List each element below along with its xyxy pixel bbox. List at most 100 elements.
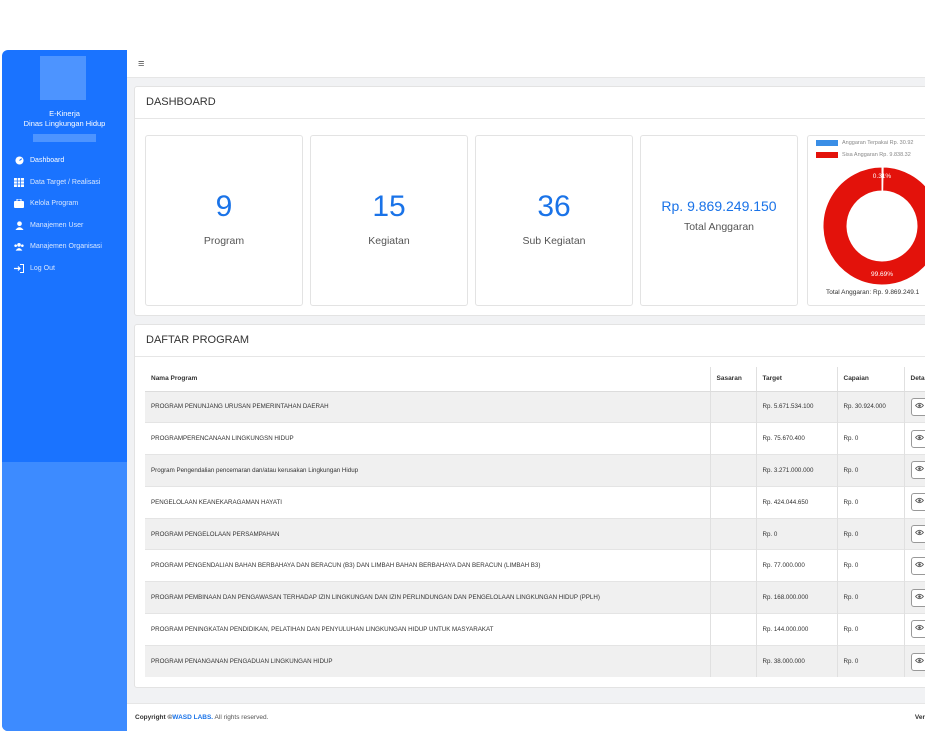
cell-capaian: Rp. 0: [836, 644, 904, 678]
eye-icon: [914, 434, 925, 440]
stat-total-anggaran: Rp. 9.869.249.150 Total Anggaran: [640, 135, 798, 306]
sidebar-item-label: Manajemen Organisasi: [30, 243, 102, 251]
eye-icon: [914, 466, 925, 472]
col-nama-program: Nama Program: [145, 367, 710, 392]
copyright: Copyright ©WASD LABS. All rights reserve…: [135, 714, 268, 721]
stat-label: Kegiatan: [368, 235, 410, 247]
sidebar-item-kelola-program[interactable]: Kelola Program: [2, 193, 127, 215]
sidebar-item-manajemen-organisasi[interactable]: Manajemen Organisasi: [2, 236, 127, 258]
table-row: Program Pengendalian pencemaran dan/atau…: [145, 454, 925, 487]
legend-label: Anggaran Terpakai Rp. 30.92: [842, 140, 914, 146]
stat-sub-kegiatan: 36 Sub Kegiatan: [475, 135, 633, 306]
cell-target: Rp. 75.670.400: [755, 422, 837, 455]
cell-nama-program: PROGRAM PENINGKATAN PENDIDIKAN, PELATIHA…: [145, 613, 710, 646]
org-name: Dinas Lingkungan Hidup: [23, 119, 106, 128]
logout-icon: [14, 263, 24, 273]
cell-nama-program: Program Pengendalian pencemaran dan/atau…: [145, 454, 710, 487]
cell-capaian: Rp. 0: [836, 581, 904, 614]
detail-button[interactable]: [910, 429, 925, 448]
detail-button[interactable]: [910, 588, 925, 607]
cell-nama-program: PROGRAM PENGELOLAAN PERSAMPAHAN: [145, 517, 710, 550]
brand-link[interactable]: WASD LABS.: [172, 714, 213, 721]
cell-detail: [903, 517, 925, 550]
cell-detail: [903, 613, 925, 646]
cell-target: Rp. 38.000.000: [755, 644, 837, 678]
pie-slice: [822, 166, 925, 286]
table-icon: [14, 177, 24, 187]
cell-target: Rp. 144.000.000: [755, 613, 837, 646]
briefcase-icon: [14, 199, 24, 209]
cell-target: Rp. 424.044.650: [755, 485, 837, 519]
eye-icon: [914, 498, 925, 504]
cell-nama-program: PENGELOLAAN KEANEKARAGAMAN HAYATI: [145, 485, 710, 519]
cell-capaian: Rp. 0: [836, 485, 904, 519]
detail-button[interactable]: [910, 397, 925, 416]
app-root: E-Kinerja Dinas Lingkungan Hidup Dashboa…: [0, 0, 925, 731]
cell-detail: [903, 644, 925, 678]
sidebar-item-manajemen-user[interactable]: Manajemen User: [2, 215, 127, 237]
main-content: DASHBOARD 9 Program 15 Kegiatan 36 Sub K…: [127, 78, 925, 731]
table-row: PROGRAMPERENCANAAN LINGKUNGSN HIDUP Rp. 7…: [145, 422, 925, 455]
pie-svg: 0.31% 99.69%: [822, 166, 925, 286]
legend-item-sisa: Sisa Anggaran Rp. 9.838.32: [816, 152, 911, 158]
cell-sasaran: [709, 549, 756, 582]
cell-sasaran: [709, 644, 756, 678]
app-logo: [40, 56, 86, 100]
app-name: E-Kinerja: [49, 109, 80, 118]
legend-item-terpakai: Anggaran Terpakai Rp. 30.92: [816, 140, 913, 146]
sidebar-item-label: Manajemen User: [30, 221, 84, 229]
table-row: PROGRAM PEMBINAAN DAN PENGAWASAN TERHADA…: [145, 581, 925, 614]
users-icon: [14, 242, 24, 251]
cell-detail: [903, 485, 925, 519]
cell-sasaran: [709, 581, 756, 614]
cell-target: Rp. 77.000.000: [755, 549, 837, 582]
cell-detail: [903, 390, 925, 423]
sidebar-lower-panel: [2, 462, 127, 731]
cell-nama-program: PROGRAM PEMBINAAN DAN PENGAWASAN TERHADA…: [145, 581, 710, 614]
pie-slice-label: 99.69%: [871, 271, 893, 278]
legend-swatch: [816, 152, 838, 158]
cell-capaian: Rp. 0: [836, 549, 904, 582]
stat-kegiatan: 15 Kegiatan: [310, 135, 468, 306]
copyright-prefix: Copyright ©: [135, 714, 173, 721]
cell-nama-program: PROGRAMPERENCANAAN LINGKUNGSN HIDUP: [145, 422, 710, 455]
eye-icon: [914, 529, 925, 536]
dashboard-card: DASHBOARD 9 Program 15 Kegiatan 36 Sub K…: [134, 86, 925, 316]
table-row: PENGELOLAAN KEANEKARAGAMAN HAYATI Rp. 424…: [145, 485, 925, 519]
pie-slice-label: 0.31%: [873, 173, 892, 180]
cell-sasaran: [709, 422, 756, 455]
program-list-card: DAFTAR PROGRAM Nama Program Sasaran Targ…: [134, 324, 925, 688]
eye-icon: [914, 561, 925, 567]
cell-sasaran: [709, 517, 756, 550]
table-row: PROGRAM PENGELOLAAN PERSAMPAHAN Rp. 0 Rp. …: [145, 517, 925, 550]
table-row: PROGRAM PENANGANAN PENGADUAN LINGKUNGAN …: [145, 644, 925, 678]
user-icon: [14, 221, 24, 230]
detail-button[interactable]: [910, 461, 925, 480]
detail-button[interactable]: [910, 556, 925, 575]
cell-sasaran: [709, 454, 756, 487]
col-capaian: Capaian: [836, 367, 904, 392]
sidebar-item-label: Dashboard: [30, 157, 65, 165]
table-row: PROGRAM PENGENDALIAN BAHAN BERBAHAYA DAN…: [145, 549, 925, 582]
sidebar-item-label: Log Out: [30, 264, 55, 272]
detail-button[interactable]: [910, 652, 925, 671]
user-badge: [33, 134, 96, 142]
cell-capaian: Rp. 0: [836, 422, 904, 455]
cell-sasaran: [709, 390, 756, 423]
sidebar-menu: Dashboard Data Target / Realisasi Kelola…: [2, 150, 127, 279]
cell-nama-program: PROGRAM PENGENDALIAN BAHAN BERBAHAYA DAN…: [145, 549, 710, 582]
sidebar-item-data-target[interactable]: Data Target / Realisasi: [2, 172, 127, 194]
cell-capaian: Rp. 0: [836, 454, 904, 487]
cell-target: Rp. 168.000.000: [755, 581, 837, 614]
table-header-row: Nama Program Sasaran Target Capaian Deta: [145, 367, 925, 392]
detail-button[interactable]: [910, 620, 925, 639]
hamburger-menu-icon[interactable]: ≡: [138, 58, 144, 70]
legend-label: Sisa Anggaran Rp. 9.838.32: [842, 152, 911, 158]
sidebar-item-logout[interactable]: Log Out: [2, 258, 127, 280]
detail-button[interactable]: [910, 525, 925, 544]
chart-total-label: Total Anggaran: Rp. 9.869.249.1: [826, 289, 920, 296]
table-row: PROGRAM PENUNJANG URUSAN PEMERINTAHAN DA…: [145, 390, 925, 423]
sidebar-item-dashboard[interactable]: Dashboard: [2, 150, 127, 172]
cell-capaian: Rp. 0: [836, 613, 904, 646]
detail-button[interactable]: [910, 493, 925, 512]
